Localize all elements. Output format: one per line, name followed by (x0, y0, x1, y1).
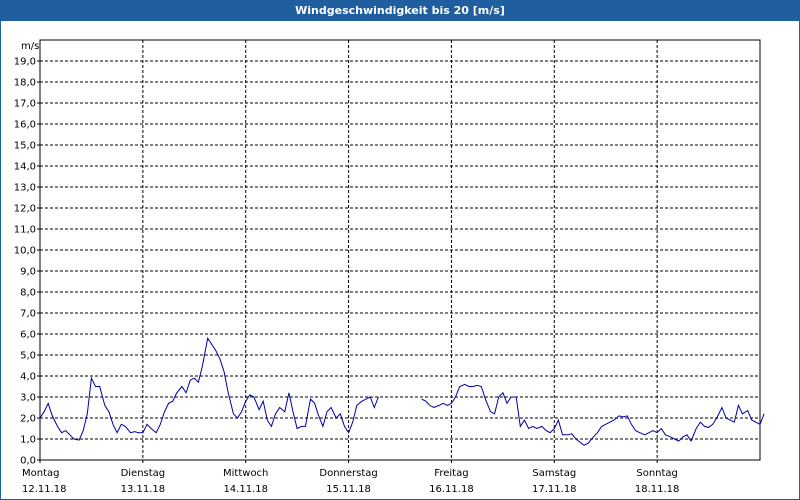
y-tick-label: 19,0 (14, 57, 36, 68)
wind-speed-series (39, 336, 765, 446)
y-tick-label: 14,0 (14, 162, 36, 173)
y-tick-label: 0,0 (20, 456, 36, 467)
series-line (39, 336, 379, 441)
x-tick-day: Freitag (434, 468, 468, 479)
y-tick-label: 15,0 (14, 141, 36, 152)
x-tick-day: Samstag (532, 468, 576, 479)
y-tick-label: 2,0 (20, 414, 36, 425)
x-tick-date: 16.11.18 (429, 484, 474, 495)
x-tick-day: Mittwoch (223, 468, 268, 479)
wind-speed-chart: 0,0 1,0 2,0 3,0 4,0 5,0 6,0 7,0 8,0 9,0 10,0 11,0 12… (14, 39, 765, 495)
grid-lines (40, 40, 760, 460)
x-tick-date: 18.11.18 (635, 484, 680, 495)
x-tick-date: 17.11.18 (532, 484, 577, 495)
x-tick-day: Dienstag (121, 468, 166, 479)
y-tick-label: 5,0 (20, 351, 36, 362)
x-tick-date: 12.11.18 (22, 484, 67, 495)
y-tick-label: 11,0 (14, 225, 36, 236)
y-tick-label: 16,0 (14, 120, 36, 131)
x-tick-day: Donnerstag (319, 468, 377, 479)
x-tick-day: Sonntag (636, 468, 678, 479)
y-tick-label: 10,0 (14, 246, 36, 257)
x-axis-ticks: Montag 12.11.18 Dienstag 13.11.18 Mittwoch 14… (22, 460, 679, 495)
y-tick-label: 18,0 (14, 78, 36, 89)
x-tick-date: 15.11.18 (326, 484, 371, 495)
y-tick-label: 8,0 (20, 288, 36, 299)
y-tick-label: 12,0 (14, 204, 36, 215)
y-tick-label: 4,0 (20, 372, 36, 383)
y-tick-label: 13,0 (14, 183, 36, 194)
y-tick-label: 9,0 (20, 267, 36, 278)
x-tick-date: 14.11.18 (223, 484, 268, 495)
x-tick-day: Montag (22, 468, 59, 479)
y-tick-label: 1,0 (20, 435, 36, 446)
y-tick-label: 17,0 (14, 99, 36, 110)
series-line (421, 383, 765, 446)
x-tick-date: 13.11.18 (121, 484, 166, 495)
y-axis-unit: m/s (21, 41, 39, 52)
y-tick-label: 7,0 (20, 309, 36, 320)
y-axis-ticks: 0,0 1,0 2,0 3,0 4,0 5,0 6,0 7,0 8,0 9,0 10,0 11,0 12… (14, 57, 40, 467)
y-tick-label: 6,0 (20, 330, 36, 341)
y-tick-label: 3,0 (20, 393, 36, 404)
